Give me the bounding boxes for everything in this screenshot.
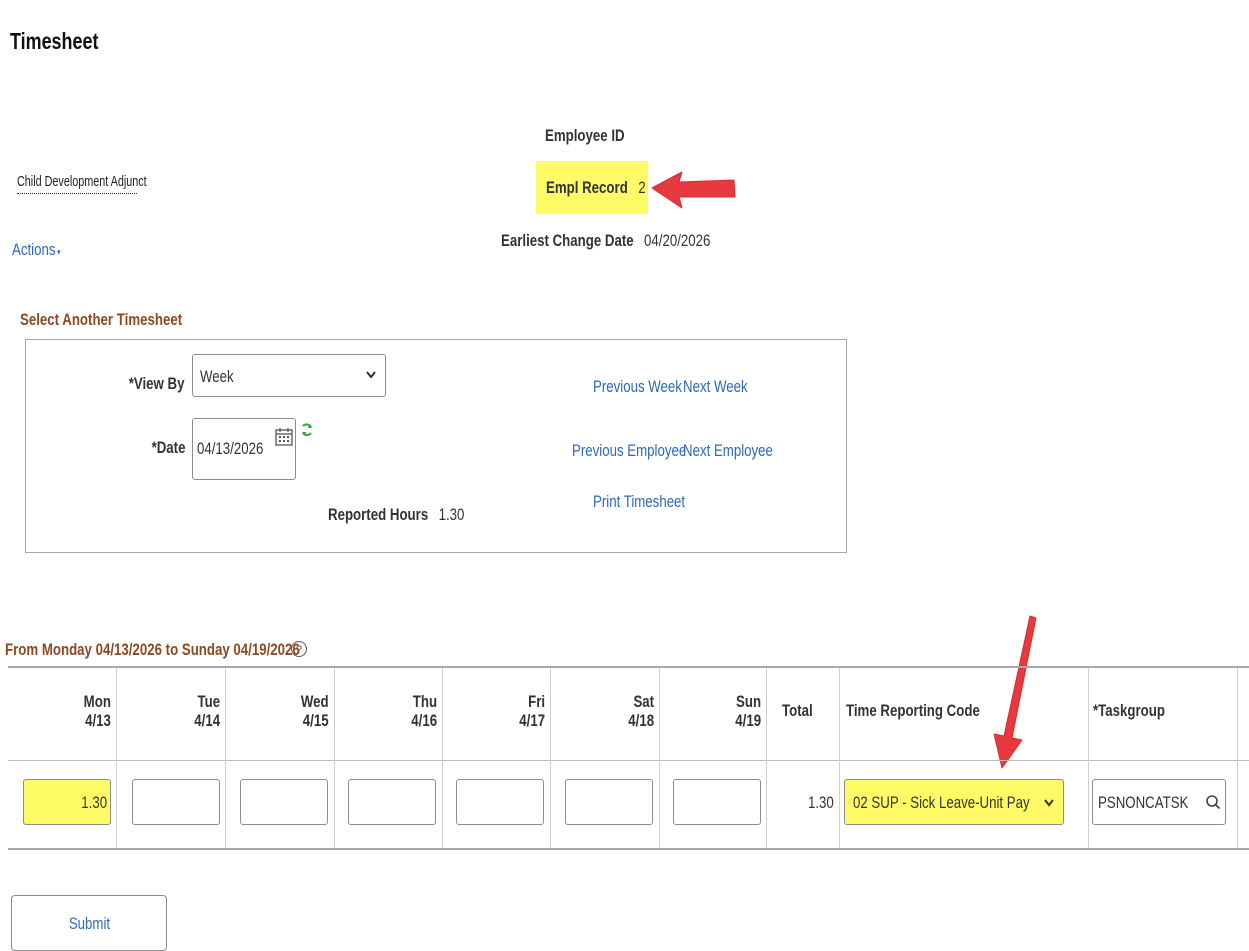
hours-input-mon[interactable]: 1.30 <box>23 779 111 825</box>
date-label: *Date <box>151 438 185 457</box>
time-reporting-code-header: Time Reporting Code <box>846 701 980 720</box>
next-employee-link[interactable]: Next Employee <box>683 441 798 461</box>
grid-divider <box>1237 668 1238 848</box>
reported-hours-label: Reported Hours <box>328 505 429 524</box>
time-reporting-code-select[interactable]: 02 SUP - Sick Leave-Unit Pay <box>844 779 1064 825</box>
job-title: Child Development Adjunct <box>17 173 147 194</box>
reported-hours-value: 1.30 <box>438 505 465 524</box>
day-header-fri: Fri 4/17 <box>519 692 545 730</box>
calendar-icon[interactable] <box>274 427 294 447</box>
day-header-thu: Thu 4/16 <box>411 692 437 730</box>
trc-value: 02 SUP - Sick Leave-Unit Pay <box>853 793 1030 812</box>
day-header-mon: Mon 4/13 <box>83 692 111 730</box>
employee-id-field: Employee ID <box>545 126 625 145</box>
hours-input-fri[interactable] <box>456 779 544 825</box>
view-by-value: Week <box>200 367 234 386</box>
earliest-change-label: Earliest Change Date <box>501 231 634 250</box>
grid-header-divider <box>8 760 1249 761</box>
hours-input-tue[interactable] <box>132 779 220 825</box>
hours-input-sat[interactable] <box>565 779 653 825</box>
date-value: 04/13/2026 <box>197 439 264 458</box>
actions-label: Actions <box>12 240 56 259</box>
view-by-select[interactable]: Week <box>192 354 386 397</box>
taskgroup-header: *Taskgroup <box>1093 701 1165 720</box>
grid-divider <box>550 668 551 848</box>
empl-record-label: Empl Record <box>546 178 628 197</box>
grid-divider <box>659 668 660 848</box>
hours-input-wed[interactable] <box>240 779 328 825</box>
view-by-label: *View By <box>129 374 185 393</box>
next-week-link[interactable]: Next Week <box>683 377 766 397</box>
reported-hours: Reported Hours 1.30 <box>328 505 503 525</box>
refresh-icon[interactable] <box>300 423 314 437</box>
grid-bottom-border <box>8 848 1249 850</box>
page-title: Timesheet <box>10 28 99 54</box>
taskgroup-value: PSNONCATSK <box>1098 793 1189 812</box>
grid-divider <box>766 668 767 848</box>
day-header-sat: Sat 4/18 <box>628 692 654 730</box>
chevron-down-icon <box>366 367 376 382</box>
total-header: Total <box>782 701 813 720</box>
hours-input-thu[interactable] <box>348 779 436 825</box>
grid-divider <box>442 668 443 848</box>
empl-record-value: 2 <box>638 178 646 197</box>
period-heading: From Monday 04/13/2026 to Sunday 04/19/2… <box>5 640 300 659</box>
grid-divider <box>116 668 117 848</box>
annotation-arrow <box>993 615 1037 769</box>
annotation-arrow <box>651 171 736 209</box>
grid-divider <box>839 668 840 848</box>
day-header-tue: Tue 4/14 <box>194 692 220 730</box>
actions-menu[interactable]: Actions ▾ <box>12 240 74 260</box>
hours-input-sun[interactable] <box>673 779 761 825</box>
day-header-wed: Wed 4/15 <box>301 692 329 730</box>
chevron-down-icon <box>1044 795 1054 810</box>
submit-button[interactable]: Submit <box>11 895 167 951</box>
total-hours-value: 1.30 <box>808 793 834 812</box>
grid-top-border <box>8 666 1249 668</box>
day-header-sun: Sun 4/19 <box>735 692 761 730</box>
caret-down-icon: ▾ <box>57 247 61 257</box>
search-icon[interactable] <box>1205 794 1221 810</box>
select-timesheet-heading: Select Another Timesheet <box>20 310 183 329</box>
grid-divider <box>225 668 226 848</box>
grid-divider <box>334 668 335 848</box>
earliest-change-value: 04/20/2026 <box>644 231 711 250</box>
grid-divider <box>1088 668 1089 848</box>
print-timesheet-link[interactable]: Print Timesheet <box>593 492 711 512</box>
help-icon[interactable]: ? <box>291 641 307 657</box>
earliest-change-date: Earliest Change Date 04/20/2026 <box>501 231 770 251</box>
